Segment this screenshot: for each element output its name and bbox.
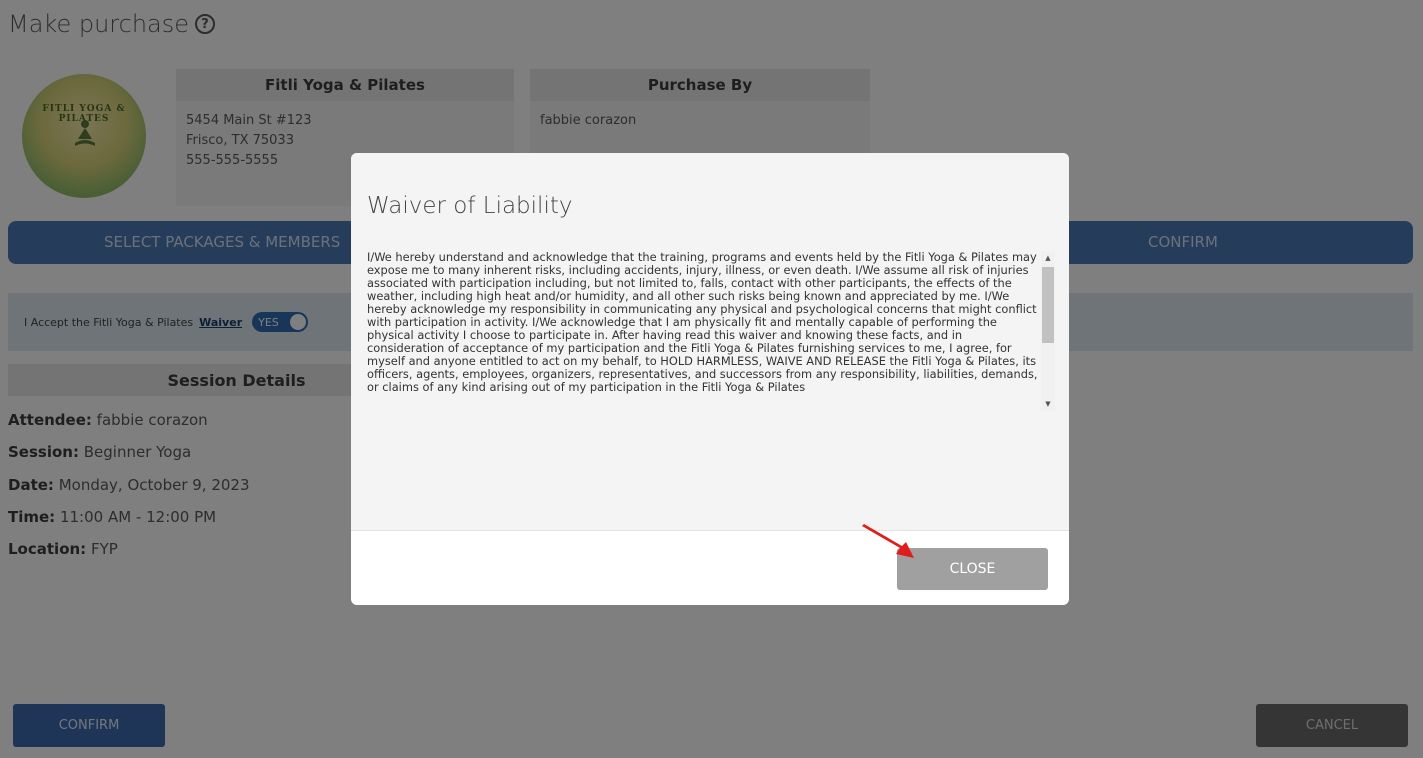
close-button[interactable]: CLOSE — [897, 548, 1048, 590]
modal-body: Waiver of Liability I/We hereby understa… — [351, 153, 1069, 531]
waiver-text-scroll[interactable]: I/We hereby understand and acknowledge t… — [367, 251, 1055, 411]
modal-title: Waiver of Liability — [367, 193, 573, 219]
waiver-text: I/We hereby understand and acknowledge t… — [367, 251, 1038, 394]
scrollbar[interactable]: ▲ ▼ — [1041, 251, 1055, 411]
scroll-up-arrow-icon[interactable]: ▲ — [1041, 251, 1055, 265]
annotation-arrow-icon — [862, 524, 914, 558]
waiver-modal: Waiver of Liability I/We hereby understa… — [351, 153, 1069, 605]
scroll-thumb[interactable] — [1042, 267, 1054, 343]
scroll-down-arrow-icon[interactable]: ▼ — [1041, 397, 1055, 411]
